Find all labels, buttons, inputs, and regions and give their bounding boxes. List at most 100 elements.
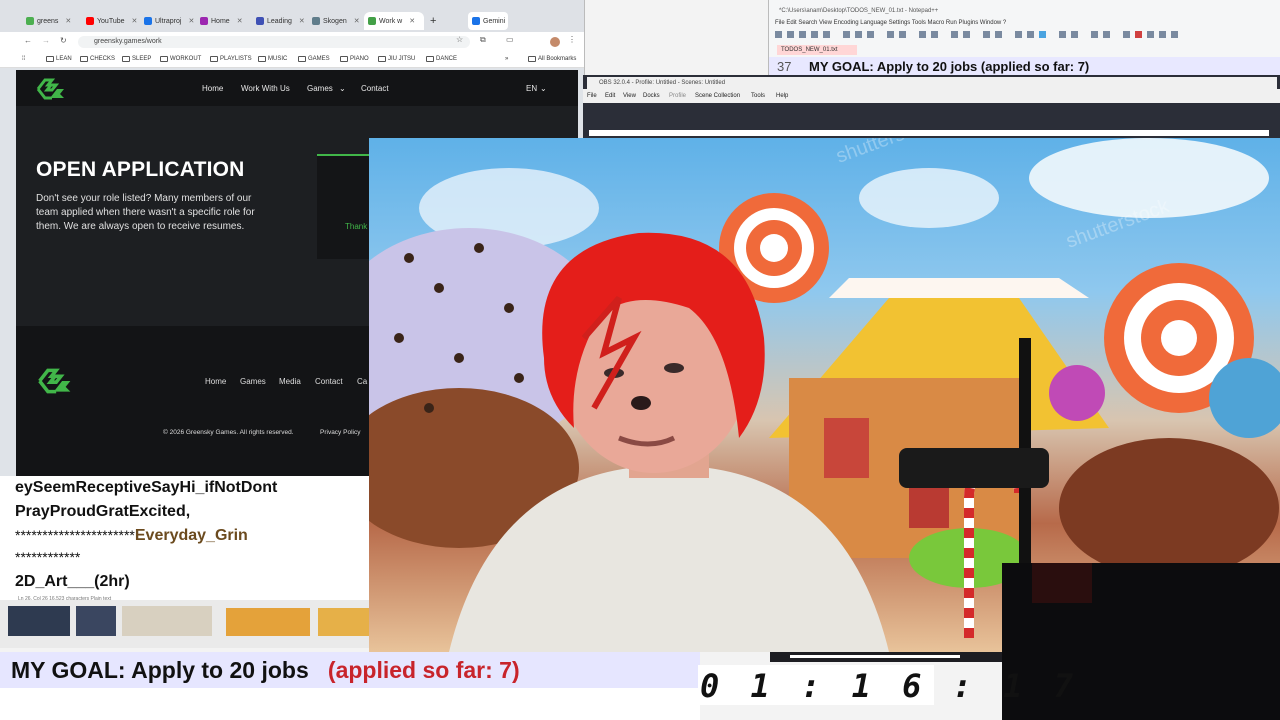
menu-tools[interactable]: Tools [751, 93, 765, 99]
bookmark-star-icon[interactable]: ☆ [456, 35, 463, 44]
tab-label: YouTube [97, 17, 125, 25]
close-icon[interactable]: ✕ [188, 17, 194, 25]
thumbnail[interactable] [8, 606, 70, 636]
editor-current-line[interactable]: 37 MY GOAL: Apply to 20 jobs (applied so… [769, 57, 1280, 77]
tab-gemini[interactable]: Gemini [468, 12, 508, 30]
window-title: OBS 32.0.4 - Profile: Untitled - Scenes:… [587, 77, 1277, 89]
thumbnail[interactable] [76, 606, 116, 636]
menu-profile[interactable]: Profile [669, 93, 686, 99]
bookmark-checks[interactable]: CHECKS [80, 56, 115, 62]
notepad-editor[interactable]: eySeemReceptiveSayHi_ifNotDont PrayProud… [0, 476, 370, 606]
bookmark-label: MUSIC [268, 56, 288, 62]
media-playbar[interactable] [770, 652, 1002, 662]
tab-work-with-us[interactable]: Work w ✕ [364, 12, 424, 30]
bookmark-label: WORKOUT [170, 56, 202, 62]
obs-preview-bar [589, 130, 1269, 136]
bookmark-workout[interactable]: WORKOUT [160, 56, 201, 62]
goal-progress: (applied so far: 7) [327, 657, 520, 683]
greensky-logo-icon[interactable] [36, 368, 74, 394]
language-select[interactable]: EN [526, 84, 537, 93]
menu-icon[interactable]: ⋮ [568, 35, 576, 44]
greensky-logo-icon[interactable] [36, 78, 66, 100]
footer-media[interactable]: Media [279, 377, 301, 386]
folder-icon [528, 56, 536, 62]
footer-contact[interactable]: Contact [315, 377, 343, 386]
back-icon[interactable]: ← [24, 36, 32, 45]
new-tab-button[interactable]: + [426, 12, 438, 30]
all-bookmarks[interactable]: All Bookmarks [528, 56, 576, 62]
nav-games[interactable]: Games [307, 84, 333, 93]
file-tab[interactable]: TODOS_NEW_01.txt [777, 45, 857, 55]
thumbnail[interactable] [226, 608, 310, 636]
favicon-icon [368, 17, 376, 25]
bookmark-playlists[interactable]: PLAYLISTS [210, 56, 252, 62]
close-icon[interactable]: ✕ [409, 17, 415, 25]
menu-docks[interactable]: Docks [643, 93, 660, 99]
folder-icon [258, 56, 266, 62]
apps-icon[interactable]: ⁞⁞ [22, 56, 25, 62]
close-icon[interactable]: ✕ [65, 17, 71, 25]
bookmark-piano[interactable]: PIANO [340, 56, 369, 62]
bookmark-music[interactable]: MUSIC [258, 56, 287, 62]
close-icon[interactable]: ✕ [354, 17, 360, 25]
menu-view[interactable]: View [623, 93, 636, 99]
favicon-icon [144, 17, 152, 25]
reload-icon[interactable]: ↻ [60, 36, 67, 45]
menu-help[interactable]: Help [776, 93, 788, 99]
split-icon[interactable]: ▭ [506, 35, 514, 44]
folder-icon [122, 56, 130, 62]
avatar[interactable] [550, 37, 560, 47]
bookmark-jiu-jitsu[interactable]: JIU JITSU [378, 56, 415, 62]
privacy-policy-link[interactable]: Privacy Policy [320, 429, 360, 436]
favicon-icon [26, 17, 34, 25]
tab-label: Ultraproj [155, 17, 182, 25]
thumbnail[interactable] [122, 606, 212, 636]
tab-ultraproj[interactable]: Ultraproj ✕ [140, 12, 195, 30]
forward-icon[interactable]: → [42, 36, 50, 45]
bookmark-games[interactable]: GAMES [298, 56, 330, 62]
goal-text: MY GOAL: Apply to 20 jobs (applied so fa… [11, 657, 520, 684]
tab-leading[interactable]: Leading ✕ [252, 12, 307, 30]
note-line: 2D_Art___(2hr) [15, 573, 130, 590]
tab-home[interactable]: Home ✕ [196, 12, 251, 30]
footer-home[interactable]: Home [205, 377, 226, 386]
folder-icon [210, 56, 218, 62]
nav-contact[interactable]: Contact [361, 84, 389, 93]
bookmark-sleep[interactable]: SLEEP [122, 56, 151, 62]
bookmark-lean[interactable]: LEAN [46, 56, 72, 62]
menu-file[interactable]: File [587, 93, 597, 99]
close-icon[interactable]: ✕ [299, 17, 305, 25]
footer-games[interactable]: Games [240, 377, 266, 386]
bookmark-label: CHECKS [90, 56, 116, 62]
tab-youtube[interactable]: YouTube ✕ [82, 12, 140, 30]
thumbnail[interactable] [318, 608, 370, 636]
folder-icon [378, 56, 386, 62]
nav-work-with-us[interactable]: Work With Us [241, 84, 290, 93]
bookmark-dance[interactable]: DANCE [426, 56, 457, 62]
note-highlight: Everyday_Grin [134, 527, 248, 544]
timer-text: 0 1 : 1 6 : 1 7 [700, 667, 1079, 705]
tab-greensky[interactable]: greens ✕ [22, 12, 80, 30]
nav-home[interactable]: Home [202, 84, 223, 93]
gemini-icon [472, 17, 480, 25]
obs-window: OBS 32.0.4 - Profile: Untitled - Scenes:… [583, 75, 1280, 140]
favicon-icon [200, 17, 208, 25]
bookmark-label: PLAYLISTS [220, 56, 252, 62]
favicon-icon [312, 17, 320, 25]
close-icon[interactable]: ✕ [237, 17, 243, 25]
chevron-down-icon[interactable]: ⌄ [540, 84, 547, 93]
close-icon[interactable]: ✕ [132, 17, 138, 25]
tab-skogen[interactable]: Skogen ✕ [308, 12, 363, 30]
url-field[interactable]: greensky.games/work [78, 36, 470, 48]
stream-timer: 0 1 : 1 6 : 1 7 [698, 665, 1073, 705]
address-bar: ← → ↻ greensky.games/work ☆ ⧉ ▭ ⋮ [0, 32, 584, 52]
menu-edit[interactable]: Edit [605, 93, 615, 99]
toolbar[interactable] [773, 30, 1273, 40]
extensions-icon[interactable]: ⧉ [480, 35, 486, 45]
folder-icon [160, 56, 168, 62]
chevron-right-icon[interactable]: » [505, 56, 508, 62]
chevron-down-icon[interactable]: ⌄ [339, 84, 346, 93]
menu-scene-collection[interactable]: Scene Collection [695, 93, 740, 99]
footer-careers[interactable]: Ca [357, 377, 367, 386]
menu-bar[interactable]: File Edit Search View Encoding Language … [775, 20, 1006, 26]
